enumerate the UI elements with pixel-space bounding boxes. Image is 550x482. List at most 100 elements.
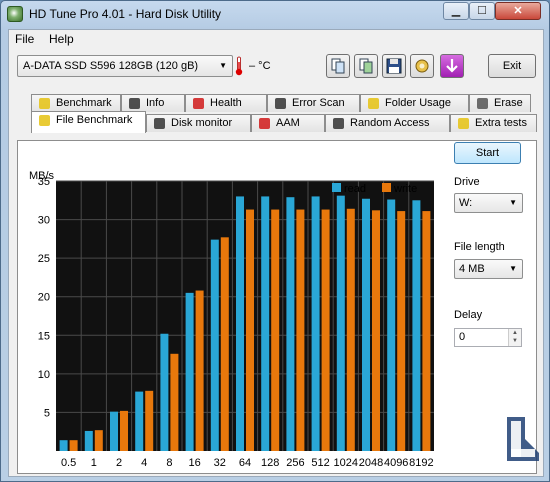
y-tick-label: 25 [38, 253, 50, 265]
bar-write [271, 209, 280, 451]
chevron-down-icon: ▼ [509, 264, 517, 273]
file-length-label: File length [454, 241, 505, 253]
title-bar[interactable]: HD Tune Pro 4.01 - Hard Disk Utility ▁ ☐… [1, 1, 549, 27]
tab-label: Health [210, 97, 242, 109]
tab-label: Info [146, 97, 165, 109]
copy-green-icon [359, 58, 373, 74]
options-button[interactable] [410, 54, 434, 78]
legend-swatch-write [382, 183, 391, 192]
start-button[interactable]: Start [454, 142, 521, 164]
x-tick-label: 0.5 [61, 457, 76, 469]
floppy-disk-icon [386, 58, 402, 74]
x-tick-label: 8 [166, 457, 172, 469]
tab-extra-tests[interactable]: Extra tests [450, 114, 537, 132]
save-button[interactable] [382, 54, 406, 78]
error-scan-icon [274, 97, 287, 110]
x-tick-label: 256 [286, 457, 304, 469]
x-tick-label: 64 [239, 457, 251, 469]
x-tick-label: 4 [141, 457, 147, 469]
tab-aam[interactable]: AAM [251, 114, 325, 132]
y-tick-label: 30 [38, 215, 50, 227]
file-benchmark-icon [38, 114, 51, 127]
benchmark-icon [38, 97, 51, 110]
file-length-dropdown[interactable]: 4 MB ▼ [454, 259, 523, 279]
drive-letter-dropdown[interactable]: W: ▼ [454, 193, 523, 213]
copy-info-button[interactable] [326, 54, 350, 78]
bar-write [69, 440, 78, 451]
bar-write [195, 290, 204, 451]
x-tick-label: 16 [188, 457, 200, 469]
folder-icon [367, 97, 380, 110]
bar-write [94, 430, 103, 451]
close-button[interactable]: ✕ [495, 2, 541, 20]
client-area: File Help A-DATA SSD S596 128GB (120 gB)… [8, 29, 544, 477]
copy-screenshot-button[interactable] [354, 54, 378, 78]
speaker-icon [258, 117, 271, 130]
benchmark-chart: 5101520253035MB/s0.5 1 2 4 8 16 32 64 128 256 512 1… [29, 170, 434, 469]
menu-file[interactable]: File [15, 32, 34, 46]
copy-icon [331, 58, 345, 74]
bar-write [397, 211, 406, 451]
bar-read [236, 196, 244, 451]
bar-write [422, 211, 431, 451]
tab-file-benchmark[interactable]: File Benchmark [31, 111, 146, 133]
spin-arrows-icon[interactable]: ▲ ▼ [508, 329, 521, 346]
bar-read [311, 196, 320, 451]
watermark-logo [507, 417, 539, 461]
bar-write [170, 353, 179, 451]
x-tick-label: 1024 [334, 457, 358, 469]
download-button[interactable] [440, 54, 464, 78]
y-tick-label: 15 [38, 330, 50, 342]
menu-bar: File Help [9, 30, 543, 48]
tab-error-scan[interactable]: Error Scan [267, 94, 360, 112]
drive-dropdown[interactable]: A-DATA SSD S596 128GB (120 gB) ▼ [17, 55, 233, 77]
bar-read [362, 198, 370, 451]
app-icon [7, 6, 23, 22]
x-tick-label: 128 [261, 457, 279, 469]
health-icon [192, 97, 205, 110]
random-access-icon [332, 117, 345, 130]
temperature-readout: – °C [249, 60, 271, 72]
bar-read [59, 440, 68, 451]
x-tick-label: 1 [91, 457, 97, 469]
tab-folder-usage[interactable]: Folder Usage [360, 94, 469, 112]
bar-write [321, 209, 330, 451]
tab-label: Extra tests [475, 117, 527, 129]
tab-disk-monitor[interactable]: Disk monitor [146, 114, 251, 132]
exit-button[interactable]: Exit [488, 54, 536, 78]
app-window: HD Tune Pro 4.01 - Hard Disk Utility ▁ ☐… [0, 0, 550, 482]
bar-read [84, 430, 93, 451]
bar-read [160, 333, 169, 451]
tab-health[interactable]: Health [185, 94, 267, 112]
tab-erase[interactable]: Erase [469, 94, 531, 112]
wrench-icon [415, 59, 429, 73]
x-tick-label: 2048 [359, 457, 383, 469]
drive-label: Drive [454, 176, 480, 188]
disk-monitor-icon [153, 117, 166, 130]
chevron-down-icon: ▼ [219, 61, 227, 70]
legend-swatch-read [332, 183, 341, 192]
tab-label: Folder Usage [385, 97, 452, 109]
maximize-button[interactable]: ☐ [469, 2, 495, 20]
arrow-down-icon [446, 59, 458, 73]
bar-read [387, 199, 396, 451]
bar-write [120, 410, 128, 451]
tab-info[interactable]: Info [121, 94, 185, 112]
menu-help[interactable]: Help [49, 32, 74, 46]
tab-label: Benchmark [56, 97, 112, 109]
trash-icon [476, 97, 489, 110]
tab-random-access[interactable]: Random Access [325, 114, 450, 132]
minimize-button[interactable]: ▁ [443, 2, 469, 20]
drive-letter-value: W: [459, 197, 473, 209]
window-title: HD Tune Pro 4.01 - Hard Disk Utility [29, 7, 222, 21]
bar-read [412, 200, 421, 451]
bar-read [210, 239, 219, 451]
legend-label-read: read [344, 183, 366, 195]
bar-read [185, 292, 194, 451]
bar-read [110, 411, 118, 451]
tab-benchmark[interactable]: Benchmark [31, 94, 121, 112]
file-length-value: 4 MB [459, 263, 485, 275]
delay-spinbox[interactable]: 0 ▲ ▼ [454, 328, 522, 347]
delay-value: 0 [459, 331, 466, 343]
y-tick-label: 10 [38, 369, 50, 381]
